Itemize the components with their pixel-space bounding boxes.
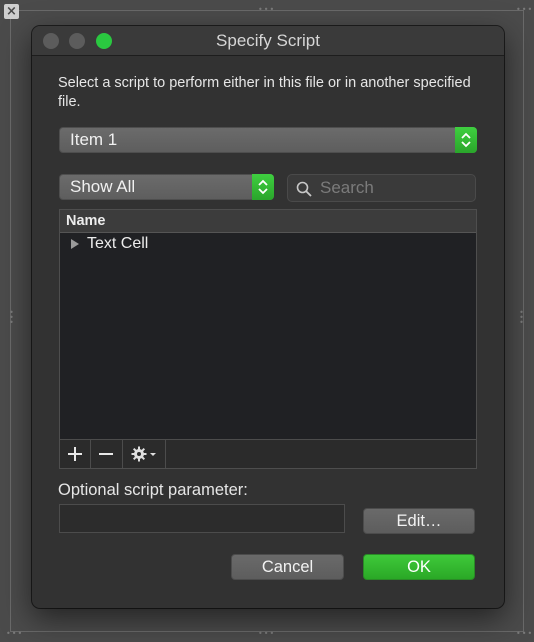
- column-header-name[interactable]: Name: [60, 210, 476, 233]
- minus-icon: [99, 453, 113, 455]
- cancel-button[interactable]: Cancel: [231, 554, 344, 580]
- top-resize-handle-icon[interactable]: •••: [258, 6, 275, 14]
- left-resize-handle-icon[interactable]: • • •: [8, 309, 16, 327]
- plus-icon: [68, 447, 82, 461]
- parameter-field[interactable]: [59, 504, 345, 533]
- bottom-right-resize-handle-icon[interactable]: •••: [516, 630, 533, 638]
- filter-popup-value: Show All: [70, 177, 136, 196]
- list-item-label: Text Cell: [87, 235, 149, 252]
- search-input[interactable]: [318, 177, 468, 199]
- search-icon: [296, 181, 312, 201]
- dialog-title: Specify Script: [216, 31, 320, 50]
- bottom-left-resize-handle-icon[interactable]: •••: [6, 630, 23, 638]
- popup-stepper-icon: [455, 127, 477, 153]
- bottom-resize-handle-icon[interactable]: •••: [258, 630, 275, 638]
- dialog-description: Select a script to perform either in thi…: [58, 75, 471, 110]
- remove-button[interactable]: [91, 440, 123, 468]
- ok-button[interactable]: OK: [363, 554, 475, 580]
- actions-menu-button[interactable]: [123, 440, 166, 468]
- script-list[interactable]: Name Text Cell: [59, 209, 477, 469]
- parameter-label: Optional script parameter:: [58, 481, 248, 499]
- edit-button[interactable]: Edit…: [363, 508, 475, 534]
- specify-script-dialog: Specify Script Select a script to perfor…: [32, 26, 504, 608]
- frame-close-icon[interactable]: ×: [4, 4, 19, 19]
- gear-icon: [131, 446, 156, 462]
- top-right-resize-handle-icon[interactable]: •••: [516, 6, 533, 14]
- disclosure-triangle-icon[interactable]: [71, 239, 79, 249]
- search-field[interactable]: [287, 174, 476, 202]
- popup-stepper-icon: [252, 174, 274, 200]
- add-button[interactable]: [60, 440, 91, 468]
- file-popup[interactable]: Item 1: [59, 127, 477, 153]
- right-resize-handle-icon[interactable]: • • •: [518, 309, 526, 327]
- titlebar: Specify Script: [32, 26, 504, 56]
- file-popup-value: Item 1: [70, 130, 118, 149]
- list-toolbar: [60, 439, 476, 468]
- list-item[interactable]: Text Cell: [60, 234, 476, 256]
- filter-popup[interactable]: Show All: [59, 174, 274, 200]
